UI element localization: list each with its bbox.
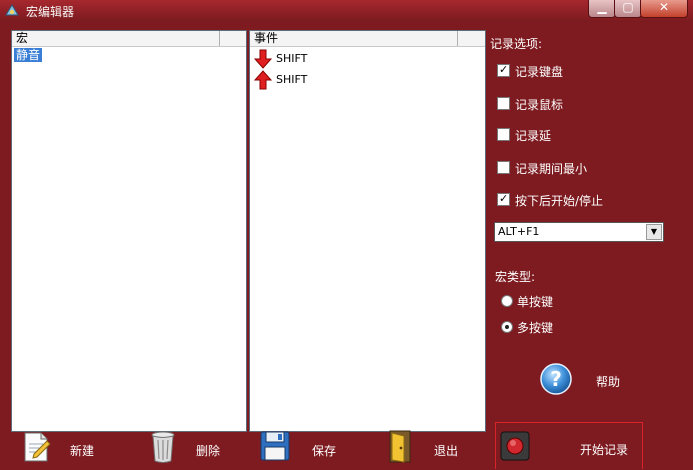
checkbox-box[interactable] <box>497 161 510 174</box>
checkbox-box[interactable]: ✓ <box>497 192 510 206</box>
start-record-label: 开始记录 <box>580 443 629 457</box>
checkbox-label: 按下后开始/停止 <box>515 194 604 208</box>
event-list-panel[interactable]: 事件 SHIFT SHIFT <box>249 30 486 432</box>
record-options-label: 记录选项: <box>490 37 543 51</box>
key-up-arrow-icon <box>254 70 272 90</box>
event-key: SHIFT <box>276 73 308 86</box>
radio-label: 单按键 <box>517 295 554 309</box>
record-icon <box>500 431 530 461</box>
maximize-button[interactable]: ▢ <box>614 0 642 18</box>
column-divider[interactable] <box>219 31 220 46</box>
window-title: 宏编辑器 <box>26 5 75 19</box>
checkbox-box[interactable] <box>497 97 510 110</box>
title-bar: 宏编辑器 ▁ ▢ ✕ <box>0 0 693 22</box>
checkbox-box[interactable] <box>497 128 510 141</box>
column-divider[interactable] <box>457 31 458 46</box>
radio-button[interactable] <box>501 321 513 333</box>
close-button[interactable]: ✕ <box>640 0 688 18</box>
help-icon[interactable]: ? <box>540 363 572 395</box>
checkbox-box[interactable]: ✓ <box>497 63 510 77</box>
checkbox-label: 记录期间最小 <box>515 162 588 176</box>
close-icon: ✕ <box>658 0 670 14</box>
svg-text:?: ? <box>550 367 562 391</box>
minimize-button[interactable]: ▁ <box>588 0 616 18</box>
event-list-header[interactable]: 事件 <box>250 31 485 47</box>
delete-macro-button[interactable]: 删除 <box>147 428 227 468</box>
app-icon <box>5 4 19 16</box>
maximize-icon: ▢ <box>622 0 634 14</box>
macro-list-header[interactable]: 宏 <box>12 31 246 47</box>
radio-button[interactable] <box>501 295 513 307</box>
new-label: 新建 <box>70 444 95 458</box>
save-disk-icon <box>260 431 290 461</box>
checkbox-label: 记录键盘 <box>515 65 564 79</box>
check-icon: ✓ <box>499 63 509 76</box>
trash-icon <box>151 431 175 463</box>
minimize-icon: ▁ <box>597 0 607 14</box>
event-column-header: 事件 <box>254 31 279 45</box>
macro-list-item[interactable]: 静音 <box>14 48 43 62</box>
key-down-arrow-icon <box>254 49 272 69</box>
chevron-down-icon[interactable]: ▼ <box>646 224 662 240</box>
macro-list-panel[interactable]: 宏 静音 <box>11 30 247 432</box>
save-macro-button[interactable]: 保存 <box>258 428 338 468</box>
delete-label: 删除 <box>196 444 221 458</box>
new-macro-button[interactable]: 新建 <box>20 428 100 468</box>
save-label: 保存 <box>312 444 337 458</box>
exit-button[interactable]: 退出 <box>384 428 464 468</box>
macro-type-label: 宏类型: <box>495 270 536 284</box>
new-document-icon <box>24 432 51 462</box>
check-icon: ✓ <box>499 192 509 205</box>
event-key: SHIFT <box>276 52 308 65</box>
hotkey-value: ALT+F1 <box>498 225 540 238</box>
macro-column-header: 宏 <box>16 31 29 45</box>
help-button[interactable]: 帮助 <box>596 373 620 390</box>
exit-label: 退出 <box>434 444 459 458</box>
checkbox-label: 记录延 <box>515 129 552 143</box>
checkbox-label: 记录鼠标 <box>515 98 564 112</box>
exit-door-icon <box>389 430 411 463</box>
start-record-button[interactable]: 开始记录 <box>495 422 643 469</box>
hotkey-dropdown[interactable]: ALT+F1 ▼ <box>494 222 664 242</box>
radio-label: 多按键 <box>517 321 554 335</box>
